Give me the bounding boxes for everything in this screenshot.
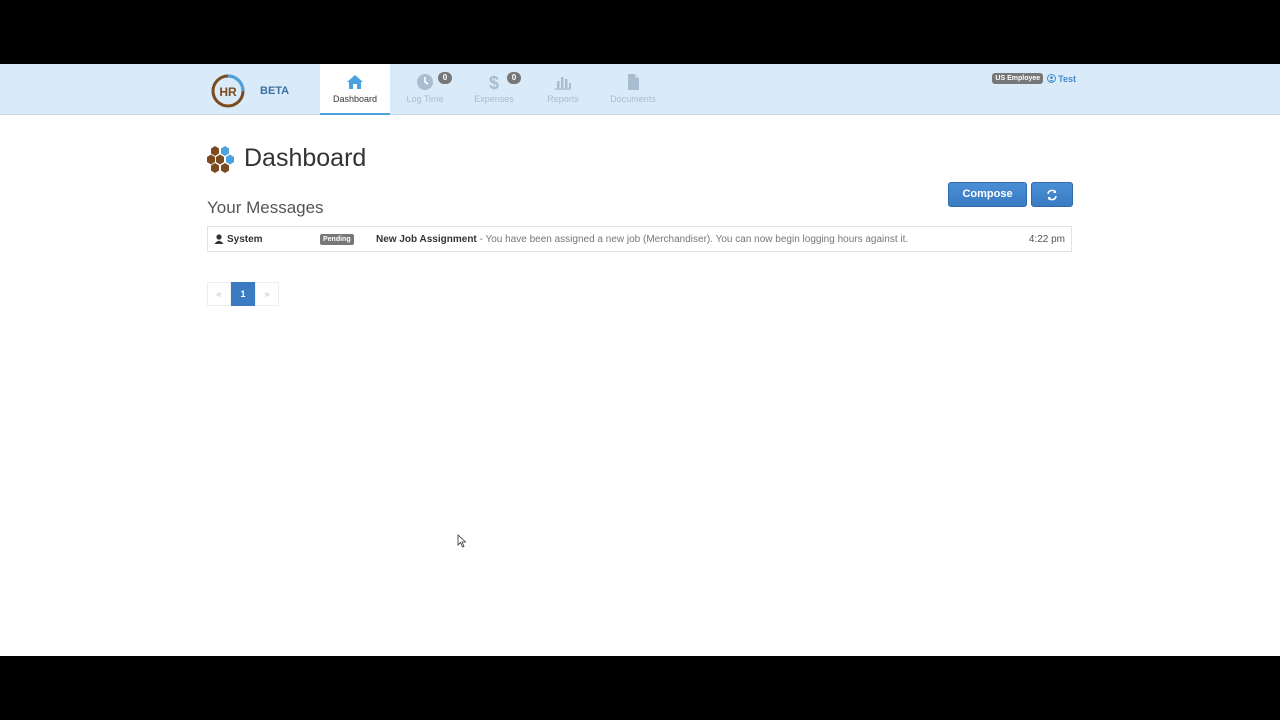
- nav-log-time-label: Log Time: [406, 94, 444, 104]
- nav-expenses-label: Expenses: [474, 94, 514, 104]
- app-frame: HR BETA Dashboard Log Time 0 $ Expenses …: [0, 64, 1280, 656]
- message-status-badge: Pending: [320, 233, 354, 245]
- messages-heading: Your Messages: [207, 198, 324, 217]
- message-text: New Job Assignment - You have been assig…: [376, 234, 908, 245]
- compose-button[interactable]: Compose: [948, 182, 1027, 207]
- nav-expenses[interactable]: $ Expenses 0: [459, 64, 529, 115]
- page-header: Dashboard: [207, 144, 366, 173]
- hr-logo-icon: HR: [211, 74, 245, 108]
- pagination-prev[interactable]: «: [207, 282, 231, 306]
- beta-tag: BETA: [260, 85, 290, 97]
- brand[interactable]: HR BETA: [210, 72, 318, 110]
- pagination-page-1[interactable]: 1: [231, 282, 255, 306]
- log-time-count-badge: 0: [438, 72, 452, 84]
- user-menu-link[interactable]: Test: [1047, 74, 1076, 84]
- page-title: Dashboard: [244, 144, 367, 172]
- top-navbar: HR BETA Dashboard Log Time 0 $ Expenses …: [0, 64, 1280, 115]
- user-area: US Employee Test: [992, 73, 1076, 84]
- message-sender: System: [214, 234, 263, 245]
- nav-documents[interactable]: Documents: [598, 64, 668, 115]
- hexagons-icon: [207, 145, 234, 173]
- message-subject: New Job Assignment: [376, 233, 477, 245]
- refresh-button[interactable]: [1031, 182, 1073, 207]
- pagination-next[interactable]: »: [255, 282, 279, 306]
- refresh-icon: [1047, 189, 1057, 201]
- role-badge: US Employee: [992, 73, 1044, 84]
- message-row[interactable]: System Pending New Job Assignment - You …: [207, 226, 1072, 252]
- expenses-count-badge: 0: [507, 72, 521, 84]
- message-sender-name: System: [227, 233, 263, 245]
- message-time: 4:22 pm: [1028, 233, 1065, 245]
- logo-text: HR: [219, 85, 237, 99]
- clock-icon: [417, 74, 433, 90]
- home-icon: [347, 75, 363, 89]
- document-icon: [628, 74, 639, 90]
- message-body: - You have been assigned a new job (Merc…: [476, 233, 909, 245]
- pagination: « 1 »: [207, 282, 279, 306]
- dollar-icon: $: [489, 73, 499, 91]
- nav-reports-label: Reports: [547, 94, 579, 104]
- nav-documents-label: Documents: [610, 94, 656, 104]
- user-name: Test: [1058, 73, 1076, 84]
- svg-text:$: $: [489, 73, 499, 91]
- nav-dashboard[interactable]: Dashboard: [320, 64, 390, 115]
- mouse-cursor-icon: [457, 534, 467, 548]
- nav-dashboard-label: Dashboard: [332, 94, 378, 104]
- user-icon: [214, 234, 224, 244]
- nav-log-time[interactable]: Log Time 0: [390, 64, 460, 115]
- user-circle-icon: [1047, 74, 1057, 83]
- bar-chart-icon: [555, 77, 571, 90]
- nav-reports[interactable]: Reports: [528, 64, 598, 115]
